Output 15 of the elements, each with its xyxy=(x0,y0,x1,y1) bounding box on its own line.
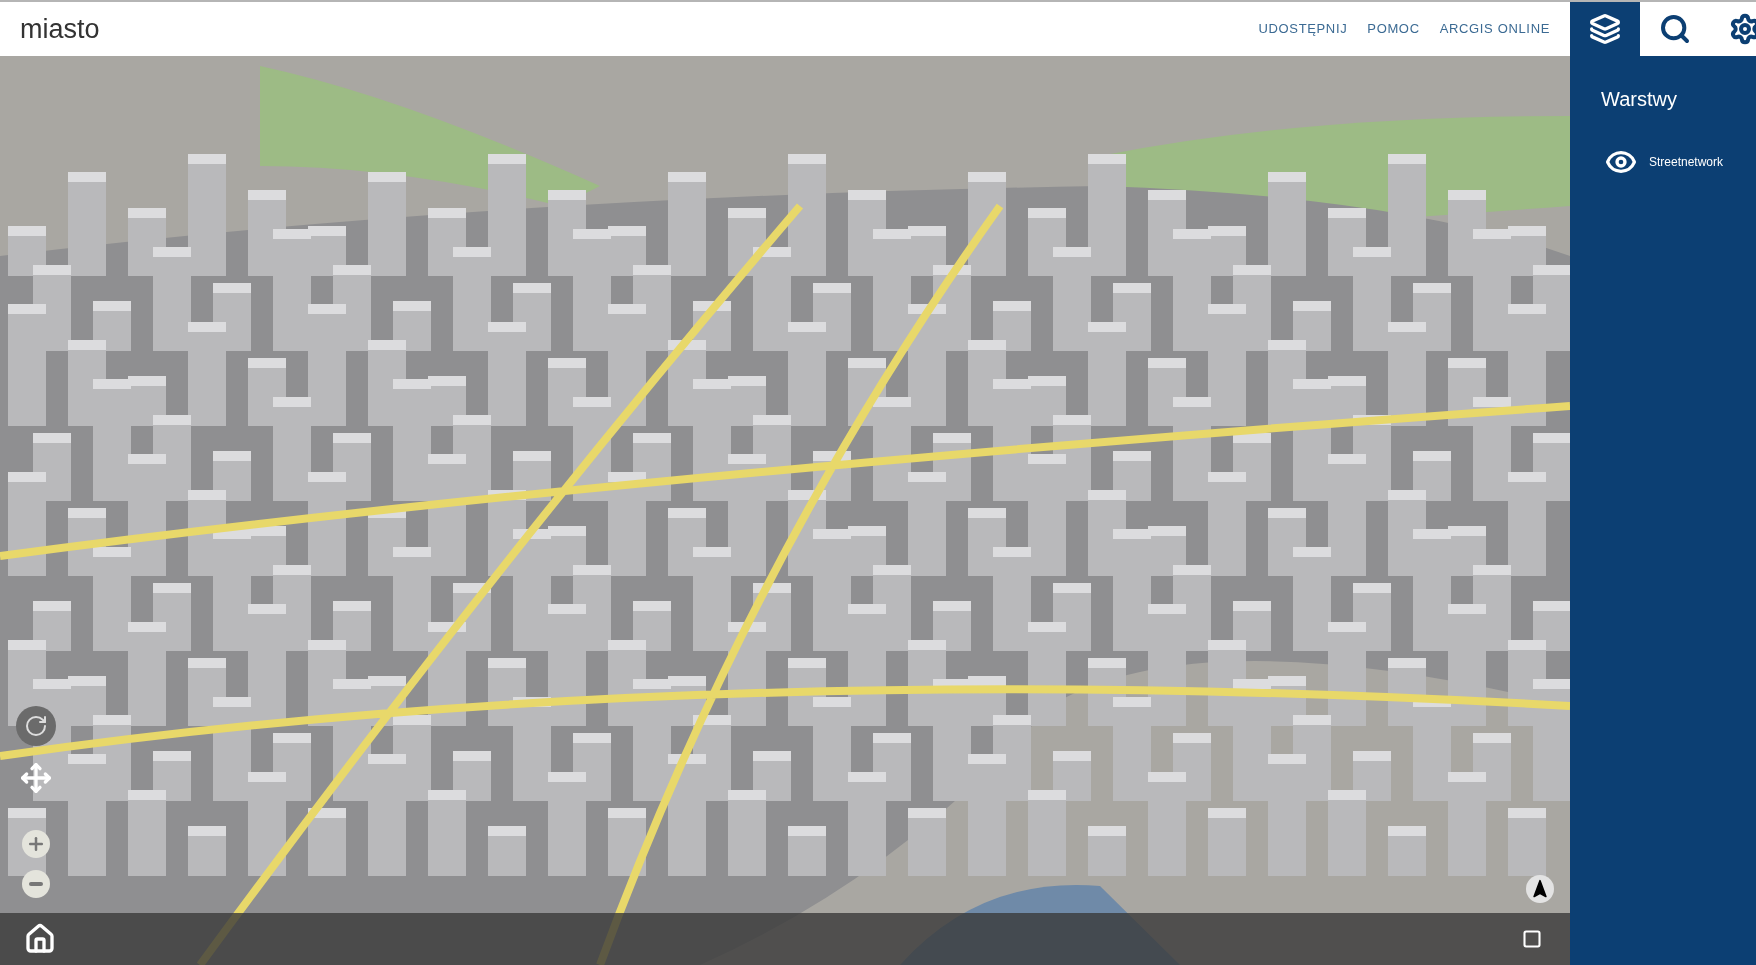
settings-icon xyxy=(1729,13,1756,45)
sidebar-tab[interactable] xyxy=(1570,2,1640,56)
nav-link[interactable]: POMOC xyxy=(1367,19,1420,39)
home-button[interactable] xyxy=(24,923,56,955)
plus-icon xyxy=(26,834,46,854)
panel-title: Warstwy xyxy=(1601,87,1678,112)
layers-icon xyxy=(1589,13,1621,45)
rotate-icon xyxy=(24,714,48,738)
search-icon xyxy=(1659,13,1691,45)
nav-link[interactable]: UDOSTĘPNIJ xyxy=(1258,19,1348,39)
layer-name[interactable]: Streetnetwork xyxy=(1649,153,1724,171)
app-title: miasto xyxy=(20,12,100,46)
nav-link[interactable]: ARCGIS ONLINE xyxy=(1439,19,1550,39)
north-arrow-icon xyxy=(1530,879,1550,899)
minus-icon xyxy=(29,882,43,886)
